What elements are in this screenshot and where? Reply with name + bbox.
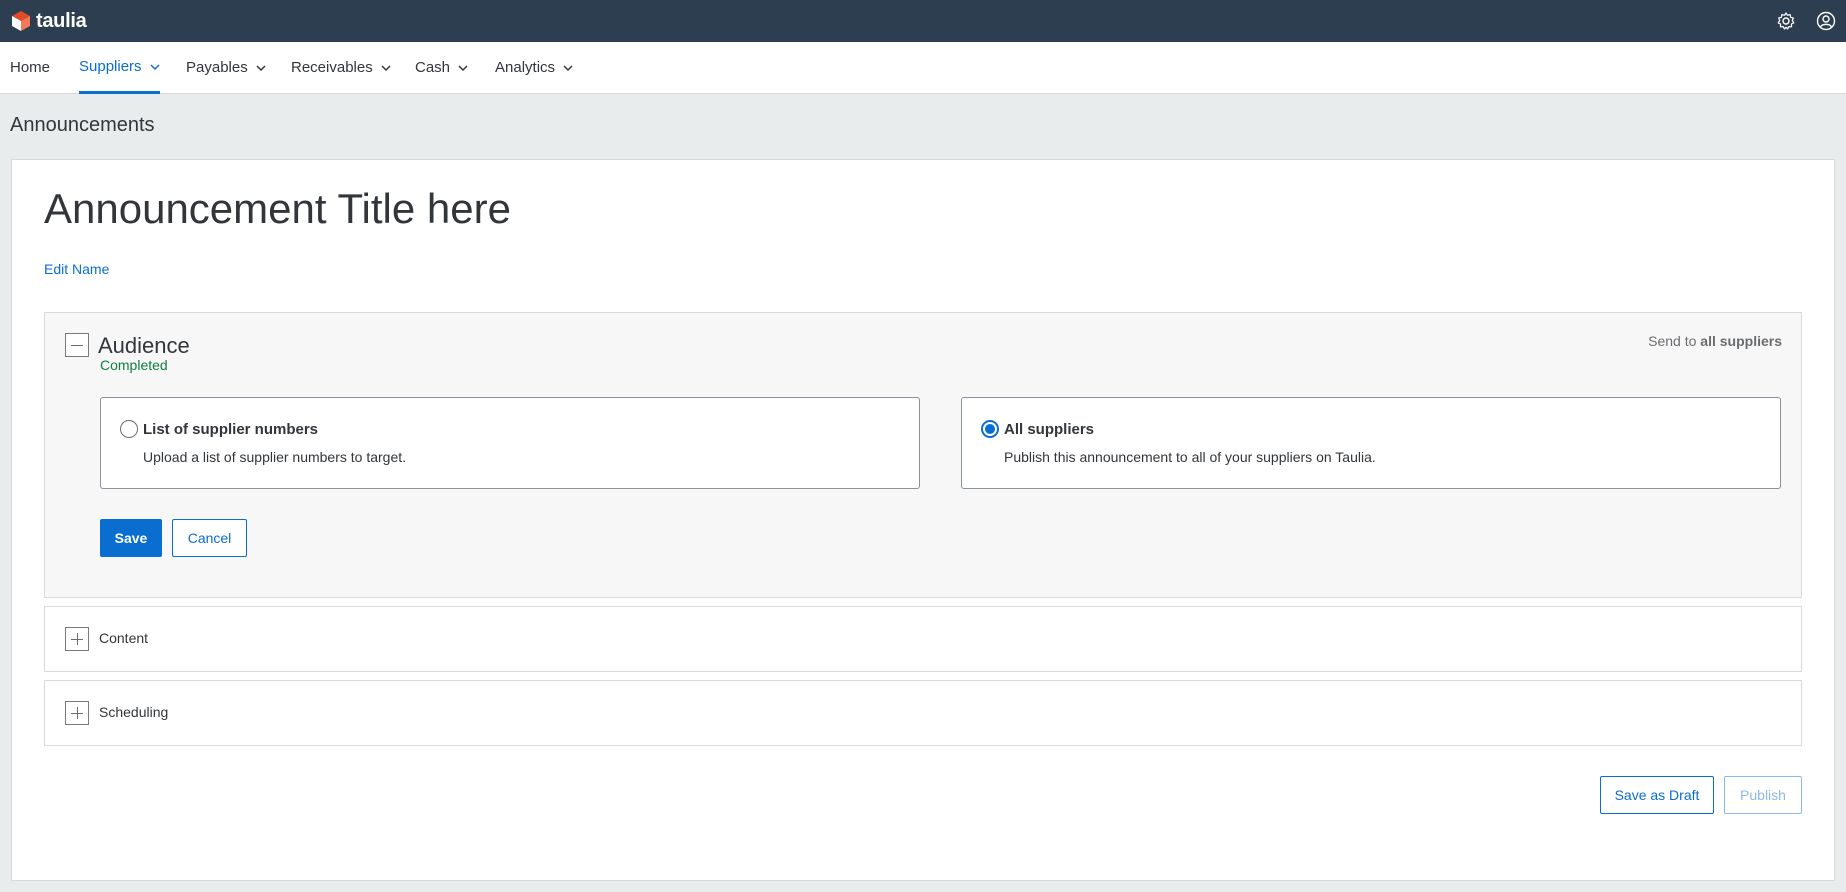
- expand-content-button[interactable]: [65, 627, 89, 651]
- nav-analytics[interactable]: Analytics: [495, 42, 573, 94]
- brand-name: taulia: [36, 9, 87, 32]
- radio-supplier-list[interactable]: [120, 420, 138, 438]
- nav-suppliers[interactable]: Suppliers: [79, 42, 160, 94]
- send-to-summary: Send to all suppliers: [1648, 333, 1782, 349]
- publish-button[interactable]: Publish: [1724, 776, 1802, 814]
- nav-home[interactable]: Home: [10, 42, 50, 94]
- radio-all-suppliers[interactable]: [981, 420, 999, 438]
- nav-cash-label: Cash: [415, 59, 451, 76]
- save-button[interactable]: Save: [100, 519, 162, 557]
- option-title: All suppliers: [1004, 421, 1095, 438]
- cancel-button[interactable]: Cancel: [172, 519, 247, 557]
- nav-receivables[interactable]: Receivables: [291, 42, 391, 94]
- chevron-down-icon: [381, 65, 391, 72]
- main-nav: Home Suppliers Payables Receivables Cash…: [0, 42, 1846, 94]
- edit-name-link[interactable]: Edit Name: [44, 261, 109, 277]
- option-supplier-list[interactable]: List of supplier numbers Upload a list o…: [100, 397, 920, 489]
- taulia-logo[interactable]: taulia: [10, 9, 87, 33]
- page-title: Announcements: [10, 114, 155, 136]
- send-to-prefix: Send to: [1648, 333, 1697, 349]
- announcement-title: Announcement Title here: [44, 185, 511, 232]
- taulia-logo-icon: [12, 11, 30, 31]
- option-description: Publish this announcement to all of your…: [1004, 449, 1376, 465]
- nav-home-label: Home: [10, 59, 51, 76]
- expand-scheduling-button[interactable]: [65, 701, 89, 725]
- content-section-label: Content: [99, 630, 149, 646]
- scheduling-section-label: Scheduling: [99, 704, 169, 720]
- chevron-down-icon: [563, 65, 573, 72]
- gear-icon[interactable]: [1776, 11, 1796, 31]
- option-title: List of supplier numbers: [143, 421, 319, 438]
- nav-suppliers-label: Suppliers: [79, 57, 142, 75]
- nav-receivables-label: Receivables: [291, 59, 373, 76]
- chevron-down-icon: [256, 65, 266, 72]
- nav-payables-label: Payables: [186, 59, 248, 76]
- option-all-suppliers[interactable]: All suppliers Publish this announcement …: [961, 397, 1781, 489]
- chevron-down-icon: [150, 63, 160, 70]
- audience-status: Completed: [100, 357, 168, 373]
- send-to-value: all suppliers: [1700, 333, 1782, 349]
- content-section[interactable]: [44, 606, 1802, 672]
- user-icon[interactable]: [1816, 11, 1836, 31]
- scheduling-section[interactable]: [44, 680, 1802, 746]
- option-description: Upload a list of supplier numbers to tar…: [143, 449, 407, 465]
- nav-cash[interactable]: Cash: [415, 42, 468, 94]
- collapse-audience-button[interactable]: [65, 333, 89, 357]
- save-as-draft-button[interactable]: Save as Draft: [1600, 776, 1714, 814]
- nav-analytics-label: Analytics: [495, 59, 556, 76]
- chevron-down-icon: [458, 65, 468, 72]
- top-bar: taulia: [0, 0, 1846, 42]
- nav-payables[interactable]: Payables: [186, 42, 266, 94]
- audience-title: Audience: [98, 333, 190, 358]
